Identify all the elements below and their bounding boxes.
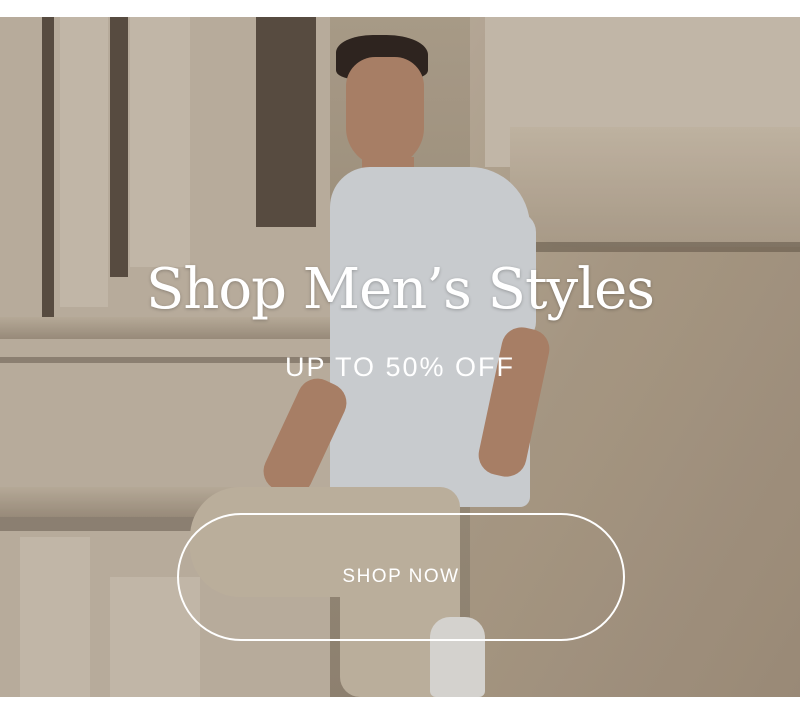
hero-banner[interactable]: Shop Men’s Styles UP TO 50% OFF SHOP NOW bbox=[0, 17, 800, 697]
shop-now-button-label: SHOP NOW bbox=[342, 566, 460, 587]
shop-now-button[interactable]: SHOP NOW bbox=[177, 513, 625, 641]
hero-subheadline: UP TO 50% OFF bbox=[284, 352, 516, 382]
hero-headline: Shop Men’s Styles bbox=[146, 257, 655, 322]
